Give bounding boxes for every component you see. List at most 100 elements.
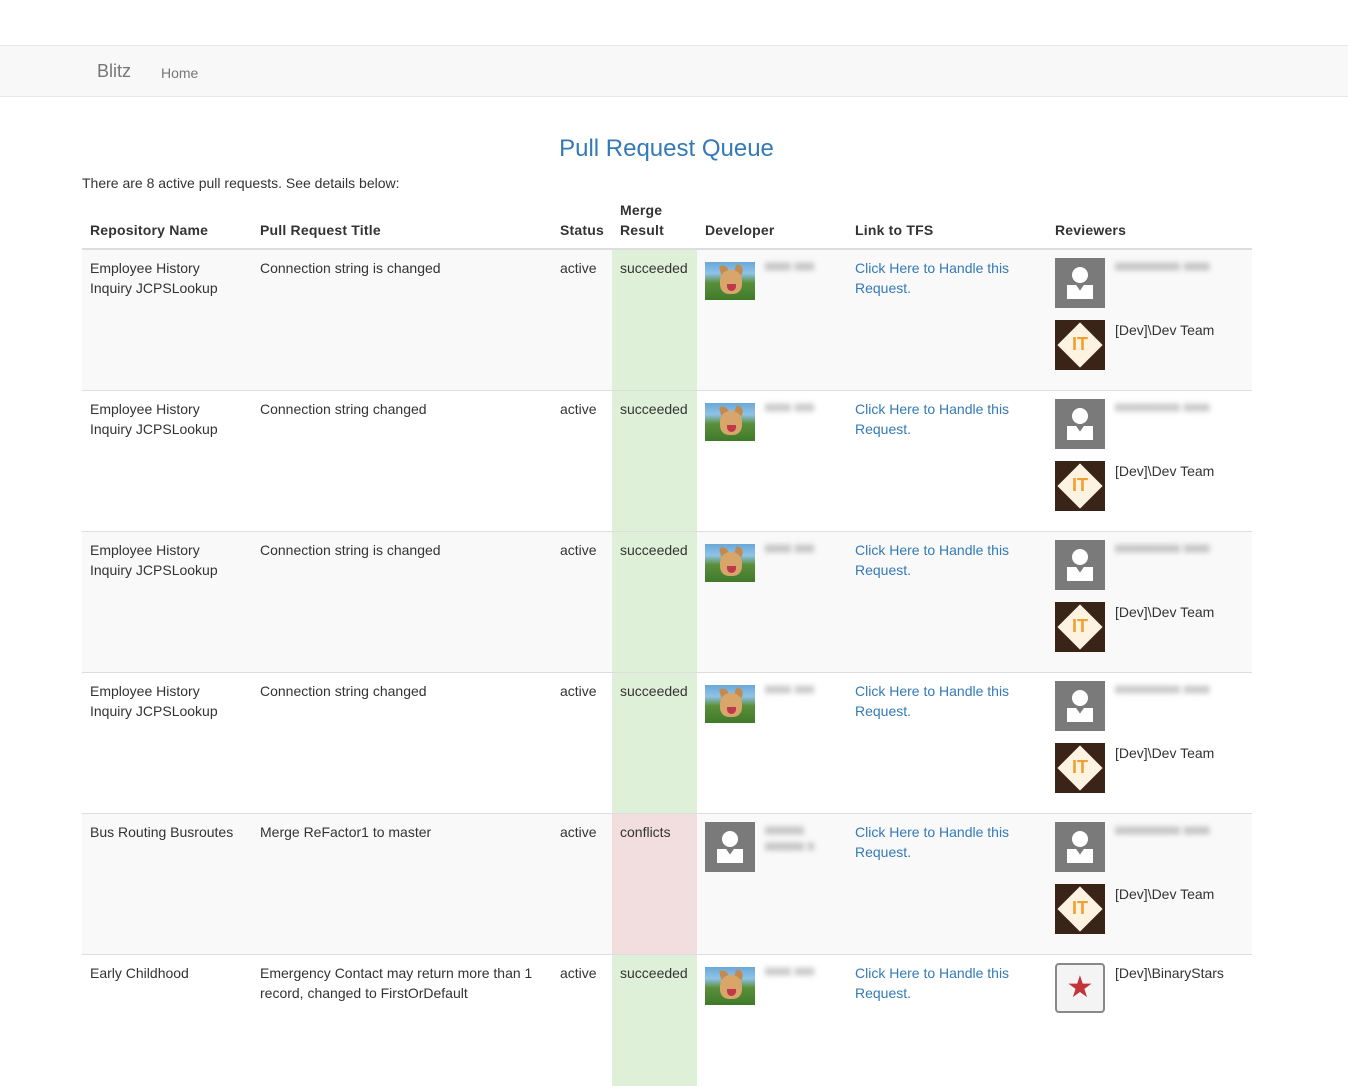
repo-cell: Early Childhood xyxy=(82,955,252,1086)
reviewers-cell: xxxxxxxxxx xxxx IT [Dev]\Dev Team xyxy=(1047,673,1252,814)
table-header-row: Repository Name Pull Request Title Statu… xyxy=(82,196,1252,249)
developer-cell: xxxx xxx xyxy=(697,532,847,673)
it-team-logo: IT xyxy=(1055,461,1105,511)
it-team-logo: IT xyxy=(1055,320,1105,370)
reviewer-name-redacted: xxxxxxxxxx xxxx xyxy=(1115,399,1210,415)
developer-avatar xyxy=(705,544,755,582)
handle-request-link[interactable]: Click Here to Handle this Request. xyxy=(855,824,1009,860)
reviewer-avatar xyxy=(1055,258,1105,308)
reviewers-cell: xxxxxxxxxx xxxx IT [Dev]\Dev Team xyxy=(1047,391,1252,532)
title-cell: Connection string is changed xyxy=(252,532,552,673)
it-team-logo: IT xyxy=(1055,884,1105,934)
star-team-icon: ★ xyxy=(1055,963,1105,1013)
title-cell: Emergency Contact may return more than 1… xyxy=(252,955,552,1086)
developer-cell: xxxx xxx xyxy=(697,955,847,1086)
link-cell: Click Here to Handle this Request. xyxy=(847,249,1047,391)
table-row: Bus Routing Busroutes Merge ReFactor1 to… xyxy=(82,814,1252,955)
developer-avatar xyxy=(705,822,755,872)
merge-result-cell: conflicts xyxy=(612,814,697,955)
developer-name-redacted: xxxxxx xxxxxx x xyxy=(765,822,839,854)
repo-cell: Employee History Inquiry JCPSLookup xyxy=(82,249,252,391)
merge-result-cell: succeeded xyxy=(612,249,697,391)
reviewer-name-redacted: xxxxxxxxxx xxxx xyxy=(1115,540,1210,556)
developer-avatar xyxy=(705,403,755,441)
developer-avatar xyxy=(705,967,755,1005)
developer-cell: xxxx xxx xyxy=(697,673,847,814)
repo-cell: Bus Routing Busroutes xyxy=(82,814,252,955)
title-cell: Connection string changed xyxy=(252,391,552,532)
reviewers-cell: xxxxxxxxxx xxxx IT [Dev]\Dev Team xyxy=(1047,814,1252,955)
handle-request-link[interactable]: Click Here to Handle this Request. xyxy=(855,965,1009,1001)
repo-cell: Employee History Inquiry JCPSLookup xyxy=(82,532,252,673)
table-row: Employee History Inquiry JCPSLookup Conn… xyxy=(82,249,1252,391)
handle-request-link[interactable]: Click Here to Handle this Request. xyxy=(855,401,1009,437)
header-link: Link to TFS xyxy=(847,196,1047,249)
top-bar xyxy=(0,0,1348,46)
summary-text: There are 8 active pull requests. See de… xyxy=(82,174,400,192)
reviewer-name-redacted: xxxxxxxxxx xxxx xyxy=(1115,822,1210,838)
brand-link[interactable]: Blitz xyxy=(97,61,131,81)
status-cell: active xyxy=(552,249,612,391)
table-row: Employee History Inquiry JCPSLookup Conn… xyxy=(82,391,1252,532)
handle-request-link[interactable]: Click Here to Handle this Request. xyxy=(855,542,1009,578)
reviewer-name: [Dev]\Dev Team xyxy=(1115,743,1214,763)
table-row: Early Childhood Emergency Contact may re… xyxy=(82,955,1252,1086)
link-cell: Click Here to Handle this Request. xyxy=(847,673,1047,814)
reviewer-avatar xyxy=(1055,822,1105,872)
page-title: Pull Request Queue xyxy=(0,134,1333,164)
title-cell: Merge ReFactor1 to master xyxy=(252,814,552,955)
developer-name-redacted: xxxx xxx xyxy=(765,258,814,274)
repo-cell: Employee History Inquiry JCPSLookup xyxy=(82,391,252,532)
developer-name-redacted: xxxx xxx xyxy=(765,399,814,415)
reviewers-cell: xxxxxxxxxx xxxx IT [Dev]\Dev Team xyxy=(1047,249,1252,391)
handle-request-link[interactable]: Click Here to Handle this Request. xyxy=(855,260,1009,296)
header-developer: Developer xyxy=(697,196,847,249)
handle-request-link[interactable]: Click Here to Handle this Request. xyxy=(855,683,1009,719)
pull-request-table: Repository Name Pull Request Title Statu… xyxy=(82,196,1252,1086)
header-repository: Repository Name xyxy=(82,196,252,249)
status-cell: active xyxy=(552,814,612,955)
navbar: Blitz Home xyxy=(0,46,1348,97)
it-team-logo: IT xyxy=(1055,743,1105,793)
repo-cell: Employee History Inquiry JCPSLookup xyxy=(82,673,252,814)
reviewers-cell: ★ [Dev]\BinaryStars xyxy=(1047,955,1252,1086)
developer-cell: xxxx xxx xyxy=(697,391,847,532)
reviewer-avatar xyxy=(1055,681,1105,731)
reviewers-cell: xxxxxxxxxx xxxx IT [Dev]\Dev Team xyxy=(1047,532,1252,673)
reviewer-name: [Dev]\Dev Team xyxy=(1115,602,1214,622)
header-merge-result: Merge Result xyxy=(612,196,697,249)
status-cell: active xyxy=(552,391,612,532)
reviewer-name-redacted: xxxxxxxxxx xxxx xyxy=(1115,681,1210,697)
link-cell: Click Here to Handle this Request. xyxy=(847,391,1047,532)
merge-result-cell: succeeded xyxy=(612,955,697,1086)
merge-result-cell: succeeded xyxy=(612,391,697,532)
status-cell: active xyxy=(552,673,612,814)
developer-name-redacted: xxxx xxx xyxy=(765,963,814,979)
reviewer-name: [Dev]\BinaryStars xyxy=(1115,963,1224,983)
title-cell: Connection string changed xyxy=(252,673,552,814)
table-row: Employee History Inquiry JCPSLookup Conn… xyxy=(82,532,1252,673)
nav-home-link[interactable]: Home xyxy=(161,63,198,83)
header-status: Status xyxy=(552,196,612,249)
title-cell: Connection string is changed xyxy=(252,249,552,391)
reviewer-avatar xyxy=(1055,540,1105,590)
developer-avatar xyxy=(705,685,755,723)
link-cell: Click Here to Handle this Request. xyxy=(847,955,1047,1086)
reviewer-name-redacted: xxxxxxxxxx xxxx xyxy=(1115,258,1210,274)
it-team-logo: IT xyxy=(1055,602,1105,652)
reviewer-name: [Dev]\Dev Team xyxy=(1115,884,1214,904)
table-row: Employee History Inquiry JCPSLookup Conn… xyxy=(82,673,1252,814)
reviewer-avatar xyxy=(1055,399,1105,449)
reviewer-name: [Dev]\Dev Team xyxy=(1115,461,1214,481)
merge-result-cell: succeeded xyxy=(612,673,697,814)
developer-name-redacted: xxxx xxx xyxy=(765,540,814,556)
merge-result-cell: succeeded xyxy=(612,532,697,673)
developer-name-redacted: xxxx xxx xyxy=(765,681,814,697)
status-cell: active xyxy=(552,532,612,673)
header-title: Pull Request Title xyxy=(252,196,552,249)
header-reviewers: Reviewers xyxy=(1047,196,1252,249)
reviewer-name: [Dev]\Dev Team xyxy=(1115,320,1214,340)
developer-avatar xyxy=(705,262,755,300)
link-cell: Click Here to Handle this Request. xyxy=(847,814,1047,955)
developer-cell: xxxx xxx xyxy=(697,249,847,391)
